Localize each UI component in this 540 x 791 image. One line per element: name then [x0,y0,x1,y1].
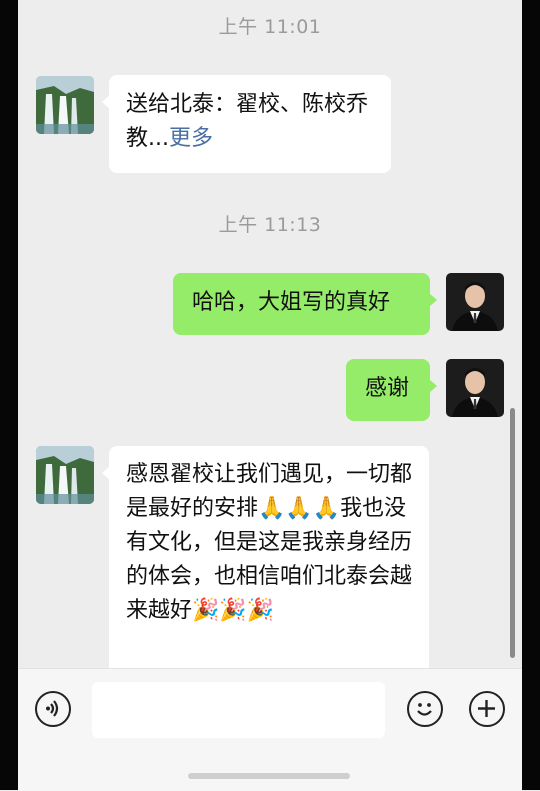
message-text: 送给北泰：翟校、陈校乔教... [126,92,369,151]
message-input[interactable] [92,682,385,738]
received-message-bubble[interactable]: 感恩翟校让我们遇见，一切都是最好的安排🙏🙏🙏我也没有文化，但是这是我亲身经历的体… [102,446,429,681]
timestamp: 上午 11:01 [218,16,322,38]
man-in-suit-avatar[interactable] [446,273,504,331]
bubble-tail [429,293,437,307]
emoji-button[interactable] [407,691,443,727]
home-indicator[interactable] [188,773,350,779]
voice-button[interactable] [35,691,71,727]
message-text: 感谢 [365,376,410,401]
waterfall-avatar[interactable] [36,446,94,504]
plus-button[interactable] [469,691,505,727]
chat-input-bar [18,668,522,791]
received-message-bubble[interactable]: 送给北泰：翟校、陈校乔教...更多 [102,75,391,173]
message-text: 感恩翟校让我们遇见，一切都是最好的安排🙏🙏🙏我也没有文化，但是这是我亲身经历的体… [126,462,413,623]
bubble-tail [429,379,437,393]
man-in-suit-avatar[interactable] [446,359,504,417]
bubble-tail [102,466,110,480]
chat-message-list[interactable]: 上午 11:01 送给北泰：翟校、陈校乔教...更多 上午 11:13 哈哈，大… [18,0,522,681]
sent-message-bubble[interactable]: 哈哈，大姐写的真好 [173,273,437,335]
sent-message-bubble[interactable]: 感谢 [346,359,437,421]
message-text: 哈哈，大姐写的真好 [192,290,391,315]
scrollbar[interactable] [510,408,515,658]
screen-edge-left [0,0,18,790]
timestamp: 上午 11:13 [218,214,322,236]
screen-edge-right [522,0,540,790]
more-link[interactable]: 更多 [169,126,213,151]
bubble-tail [102,95,110,109]
waterfall-avatar[interactable] [36,76,94,134]
